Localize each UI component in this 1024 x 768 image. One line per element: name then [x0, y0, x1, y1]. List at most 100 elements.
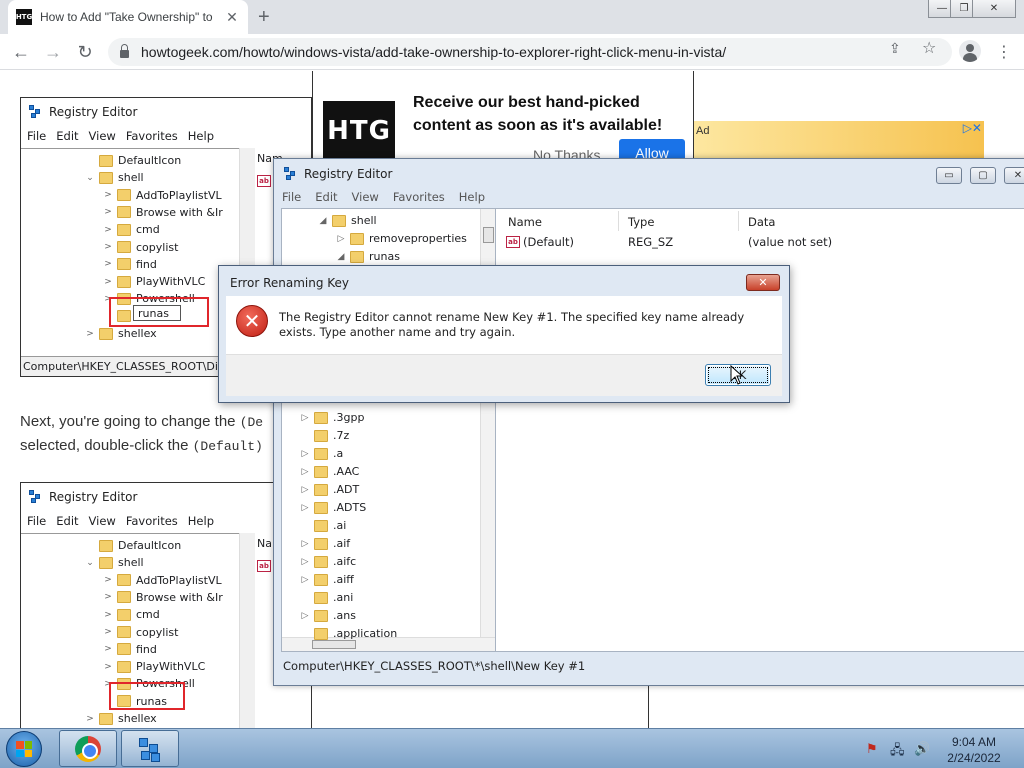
tree-label: DefaultIcon	[118, 154, 182, 167]
action-center-icon[interactable]: ⚑	[866, 741, 878, 757]
registry-editor-icon	[137, 736, 163, 762]
tree-label: .aif	[333, 537, 351, 550]
column-divider[interactable]	[738, 211, 739, 231]
menu-edit: Edit	[56, 129, 79, 143]
expand-icon[interactable]: ▷	[300, 539, 310, 549]
tree-label: copylist	[136, 625, 179, 639]
tree-label: shell	[118, 556, 144, 570]
tree-row: > AddToPlaylistVL	[103, 187, 221, 204]
tree-node[interactable]: ▷ .AAC	[300, 463, 360, 480]
screenshot-titlebar: Registry Editor	[21, 483, 311, 511]
column-data[interactable]: Data	[748, 215, 775, 229]
tree-node[interactable]: .application	[300, 625, 397, 642]
folder-icon	[99, 171, 113, 184]
folder-icon	[314, 555, 328, 568]
column-type[interactable]: Type	[628, 215, 654, 229]
menu-edit[interactable]: Edit	[315, 190, 337, 204]
expand-icon[interactable]: ▷	[300, 467, 310, 477]
profile-avatar[interactable]	[959, 40, 981, 62]
bookmark-star-icon[interactable]: ☆	[922, 38, 936, 58]
chrome-menu-icon[interactable]: ⋮	[996, 42, 1012, 62]
expand-icon[interactable]: ▷	[336, 234, 346, 244]
reload-button[interactable]: ↻	[74, 42, 96, 62]
menu-favorites[interactable]: Favorites	[393, 190, 445, 204]
forward-button[interactable]: →	[42, 42, 64, 62]
tree-label: .ADT	[333, 483, 360, 496]
folder-icon	[117, 591, 131, 604]
expand-icon[interactable]: ▷	[300, 485, 310, 495]
menu-view[interactable]: View	[352, 190, 379, 204]
error-message: The Registry Editor cannot rename New Ke…	[279, 310, 745, 339]
tab-close-icon[interactable]: ✕	[224, 9, 240, 26]
expand-icon[interactable]: ▷	[300, 611, 310, 621]
expand-icon[interactable]: ▷	[300, 449, 310, 459]
tree-node[interactable]: .ai	[300, 517, 346, 534]
lock-icon[interactable]	[120, 44, 129, 58]
tree-node[interactable]: .7z	[300, 427, 349, 444]
folder-icon	[117, 626, 131, 638]
close-window-button[interactable]: ✕	[972, 0, 1016, 18]
expand-icon[interactable]: ◢	[336, 252, 346, 262]
menu-help[interactable]: Help	[459, 190, 485, 204]
folder-icon	[117, 608, 131, 621]
tree-node[interactable]: ▷ removeproperties	[336, 230, 467, 247]
expand-icon[interactable]: ▷	[300, 575, 310, 585]
volume-icon[interactable]: 🔊	[914, 741, 930, 757]
tree-row: > copylist	[103, 239, 178, 256]
value-row[interactable]: ab (Default)	[506, 235, 574, 249]
tree-row: DefaultIcon	[85, 152, 181, 169]
menu-file[interactable]: File	[282, 190, 301, 204]
folder-icon	[314, 537, 328, 550]
column-name[interactable]: Name	[508, 215, 542, 229]
tree-label: .application	[333, 627, 398, 640]
tree-node[interactable]: ▷ .aiff	[300, 571, 354, 588]
start-button[interactable]	[6, 731, 42, 767]
tree-node[interactable]: ▷ .ADT	[300, 481, 360, 498]
taskbar-regedit[interactable]	[121, 730, 179, 767]
expand-icon[interactable]: ▷	[300, 557, 310, 567]
tree-label: .7z	[333, 429, 350, 442]
ad-close-icon[interactable]: ▷✕	[963, 121, 982, 135]
folder-icon	[350, 250, 364, 263]
expand-icon[interactable]: ▷	[300, 503, 310, 513]
address-bar[interactable]: howtogeek.com/howto/windows-vista/add-ta…	[108, 38, 952, 66]
tree-node[interactable]: ▷ .aif	[300, 535, 351, 552]
tree-label: find	[136, 257, 157, 271]
column-divider[interactable]	[618, 211, 619, 231]
htg-logo: HTG	[323, 101, 395, 161]
tree-node[interactable]: ▷ .3gpp	[300, 409, 365, 426]
scroll-thumb[interactable]	[483, 227, 494, 243]
expand-icon[interactable]: ▷	[300, 413, 310, 423]
tree-node[interactable]: ▷ .ADTS	[300, 499, 367, 516]
folder-icon	[314, 447, 328, 460]
tree-node[interactable]: ▷ .aifc	[300, 553, 357, 570]
banner-ad[interactable]: Ad ▷✕	[694, 121, 984, 161]
back-button[interactable]: ←	[10, 42, 32, 62]
dialog-close-button[interactable]: ✕	[746, 274, 780, 291]
tree-row: > Browse with &Ir	[103, 204, 223, 221]
regedit-minimize-button[interactable]: ▭	[936, 167, 962, 184]
regedit-statusbar: Computer\HKEY_CLASSES_ROOT\*\shell\New K…	[283, 659, 586, 673]
tab-active[interactable]: HTG How to Add "Take Ownership" to ✕	[8, 0, 248, 34]
tree-label: find	[136, 642, 157, 656]
folder-icon	[314, 501, 328, 514]
regedit-maximize-button[interactable]: ▢	[970, 167, 996, 184]
value-data: (value not set)	[748, 235, 833, 249]
tree-node[interactable]: .ani	[300, 589, 353, 606]
clock[interactable]: 9:04 AM 2/24/2022	[936, 734, 1012, 766]
tree-label: runas	[369, 250, 400, 263]
tree-node[interactable]: ▷ .a	[300, 445, 344, 462]
share-icon[interactable]: ⇪	[889, 40, 901, 57]
tree-node[interactable]: ◢ runas	[336, 248, 400, 265]
url-text[interactable]: howtogeek.com/howto/windows-vista/add-ta…	[141, 44, 726, 60]
new-tab-button[interactable]: +	[258, 6, 270, 29]
tree-node[interactable]: ◢ shell	[318, 212, 377, 229]
expand-icon[interactable]: ◢	[318, 216, 328, 226]
network-icon[interactable]: 🖧	[890, 741, 905, 763]
tree-row: > shellex	[85, 325, 156, 342]
folder-icon	[117, 258, 131, 271]
regedit-close-button[interactable]: ✕	[1004, 167, 1024, 184]
ad-label: Ad	[696, 125, 710, 137]
tree-node[interactable]: ▷ .ans	[300, 607, 356, 624]
taskbar-chrome[interactable]	[59, 730, 117, 767]
